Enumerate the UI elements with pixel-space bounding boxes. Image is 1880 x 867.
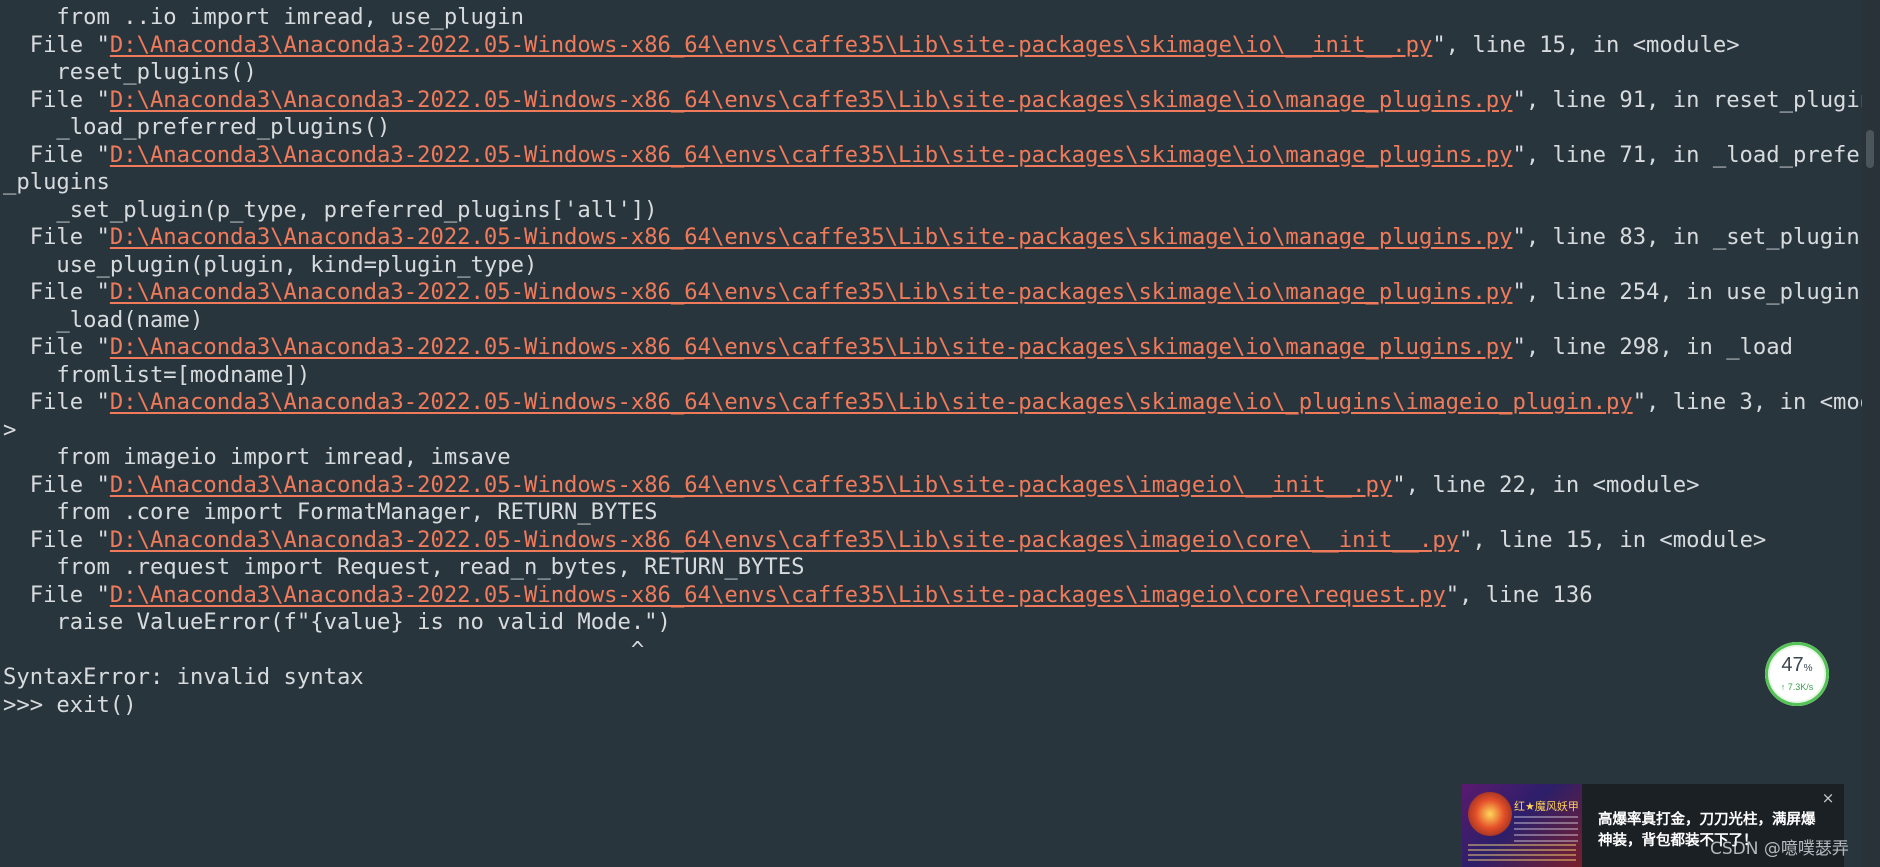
traceback-file-line: File "D:\Anaconda3\Anaconda3-2022.05-Win… bbox=[3, 29, 1740, 62]
code-line: >>> exit() bbox=[3, 691, 137, 718]
file-prefix: File " bbox=[3, 334, 110, 360]
watermark: CSDN @噫噗瑟弄 bbox=[1710, 839, 1849, 859]
close-icon[interactable]: × bbox=[1820, 790, 1836, 806]
file-line-info: ", line 3, in <module bbox=[1632, 389, 1862, 415]
network-speed-widget[interactable]: 47% ↑ 7.3K/s bbox=[1765, 642, 1829, 706]
file-prefix: File " bbox=[3, 389, 110, 415]
file-line-info: ", line 83, in _set_plugin bbox=[1512, 224, 1860, 250]
file-prefix: File " bbox=[3, 581, 110, 608]
file-path-link[interactable]: D:\Anaconda3\Anaconda3-2022.05-Windows-x… bbox=[110, 334, 1513, 360]
file-path-link[interactable]: D:\Anaconda3\Anaconda3-2022.05-Windows-x… bbox=[110, 279, 1513, 305]
file-line-info: ", line 15, in <module> bbox=[1432, 31, 1740, 58]
file-prefix: File " bbox=[3, 224, 110, 250]
file-path-link[interactable]: D:\Anaconda3\Anaconda3-2022.05-Windows-x… bbox=[110, 142, 1513, 168]
upload-speed: ↑ 7.3K/s bbox=[1780, 682, 1814, 692]
ad-thumb-stats-lower bbox=[1468, 844, 1576, 864]
terminal-output[interactable]: from ..io import imread, use_plugin File… bbox=[0, 0, 1862, 867]
file-prefix: File " bbox=[3, 526, 110, 553]
traceback-file-line: File "D:\Anaconda3\Anaconda3-2022.05-Win… bbox=[3, 386, 1862, 419]
file-line-info: ", line 254, in use_plugin bbox=[1512, 279, 1860, 305]
game-emblem-icon bbox=[1468, 792, 1512, 836]
ad-thumb-title: 红★魔风妖甲 bbox=[1514, 800, 1579, 813]
file-prefix: File " bbox=[3, 86, 110, 113]
file-path-link[interactable]: D:\Anaconda3\Anaconda3-2022.05-Windows-x… bbox=[110, 87, 1513, 113]
file-path-link[interactable]: D:\Anaconda3\Anaconda3-2022.05-Windows-x… bbox=[110, 224, 1513, 250]
file-line-info: ", line 15, in <module> bbox=[1459, 526, 1767, 553]
file-line-info: ", line 91, in reset_plugins bbox=[1512, 86, 1862, 113]
file-path-link[interactable]: D:\Anaconda3\Anaconda3-2022.05-Windows-x… bbox=[110, 389, 1633, 415]
file-line-info: ", line 136 bbox=[1445, 581, 1593, 608]
file-line-info: ", line 71, in _load_preferred bbox=[1512, 141, 1862, 168]
file-path-link[interactable]: D:\Anaconda3\Anaconda3-2022.05-Windows-x… bbox=[110, 472, 1392, 498]
file-prefix: File " bbox=[3, 279, 110, 305]
traceback-file-line: File "D:\Anaconda3\Anaconda3-2022.05-Win… bbox=[3, 276, 1860, 309]
scrollbar-thumb[interactable] bbox=[1866, 130, 1874, 168]
ad-thumb-stats bbox=[1514, 816, 1578, 842]
file-path-link[interactable]: D:\Anaconda3\Anaconda3-2022.05-Windows-x… bbox=[110, 527, 1459, 553]
traceback-file-line: File "D:\Anaconda3\Anaconda3-2022.05-Win… bbox=[3, 139, 1862, 172]
file-line-info: ", line 22, in <module> bbox=[1392, 471, 1700, 498]
ad-game-thumbnail[interactable]: 红★魔风妖甲 bbox=[1462, 784, 1582, 867]
file-prefix: File " bbox=[3, 141, 110, 168]
file-path-link[interactable]: D:\Anaconda3\Anaconda3-2022.05-Windows-x… bbox=[110, 32, 1432, 58]
file-prefix: File " bbox=[3, 471, 110, 498]
file-prefix: File " bbox=[3, 31, 110, 58]
file-line-info: ", line 298, in _load bbox=[1512, 334, 1793, 360]
vertical-scrollbar[interactable] bbox=[1862, 0, 1880, 867]
usage-percent: 47% bbox=[1781, 654, 1813, 676]
file-path-link[interactable]: D:\Anaconda3\Anaconda3-2022.05-Windows-x… bbox=[110, 582, 1446, 608]
